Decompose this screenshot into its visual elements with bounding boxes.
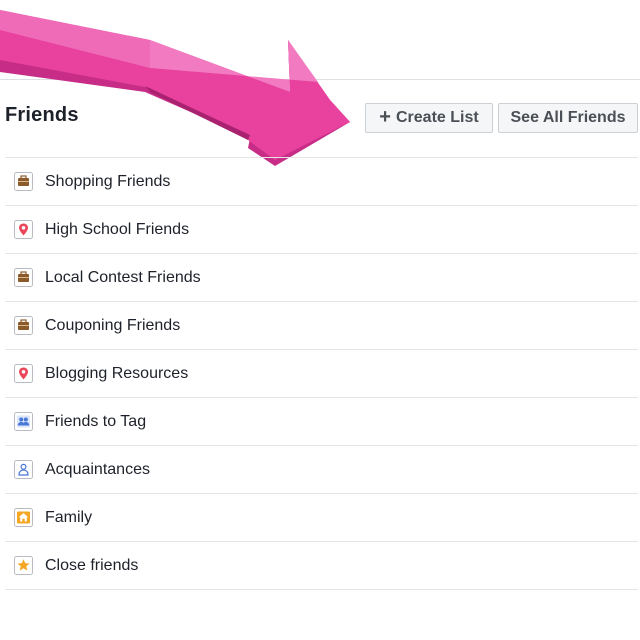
plus-icon: + <box>379 106 391 128</box>
people-icon <box>14 412 33 431</box>
list-item-label: Couponing Friends <box>45 316 181 334</box>
list-item[interactable]: Blogging Resources <box>5 350 638 398</box>
list-item[interactable]: Shopping Friends <box>5 158 638 206</box>
top-divider <box>0 79 640 80</box>
create-list-label: Create List <box>395 109 479 126</box>
friends-lists-panel: Friends + Create List See All Friends Sh… <box>0 0 640 640</box>
briefcase-icon <box>14 172 33 191</box>
briefcase-icon <box>14 316 33 335</box>
list-item-label: Acquaintances <box>45 460 150 478</box>
list-item-label: High School Friends <box>45 220 190 238</box>
page-title: Friends <box>5 104 79 126</box>
list-item[interactable]: Couponing Friends <box>5 302 638 350</box>
briefcase-icon <box>14 268 33 287</box>
list-item[interactable]: Family <box>5 494 638 542</box>
list-item-label: Local Contest Friends <box>45 268 201 286</box>
list-item[interactable]: Friends to Tag <box>5 398 638 446</box>
create-list-button[interactable]: + Create List <box>365 103 493 133</box>
acquaintance-icon <box>14 460 33 479</box>
list-item[interactable]: Close friends <box>5 542 638 590</box>
see-all-friends-button[interactable]: See All Friends <box>498 103 638 133</box>
list-item-label: Family <box>45 508 93 526</box>
location-pin-icon <box>14 220 33 239</box>
friend-lists: Shopping Friends High School Friends Loc… <box>5 157 638 590</box>
see-all-friends-label: See All Friends <box>510 109 626 126</box>
list-item-label: Shopping Friends <box>45 172 171 190</box>
list-item[interactable]: Acquaintances <box>5 446 638 494</box>
location-pin-icon <box>14 364 33 383</box>
house-icon <box>14 508 33 527</box>
list-item-label: Friends to Tag <box>45 412 147 430</box>
list-item[interactable]: High School Friends <box>5 206 638 254</box>
list-item[interactable]: Local Contest Friends <box>5 254 638 302</box>
list-item-label: Close friends <box>45 556 139 574</box>
list-item-label: Blogging Resources <box>45 364 189 382</box>
star-icon <box>14 556 33 575</box>
